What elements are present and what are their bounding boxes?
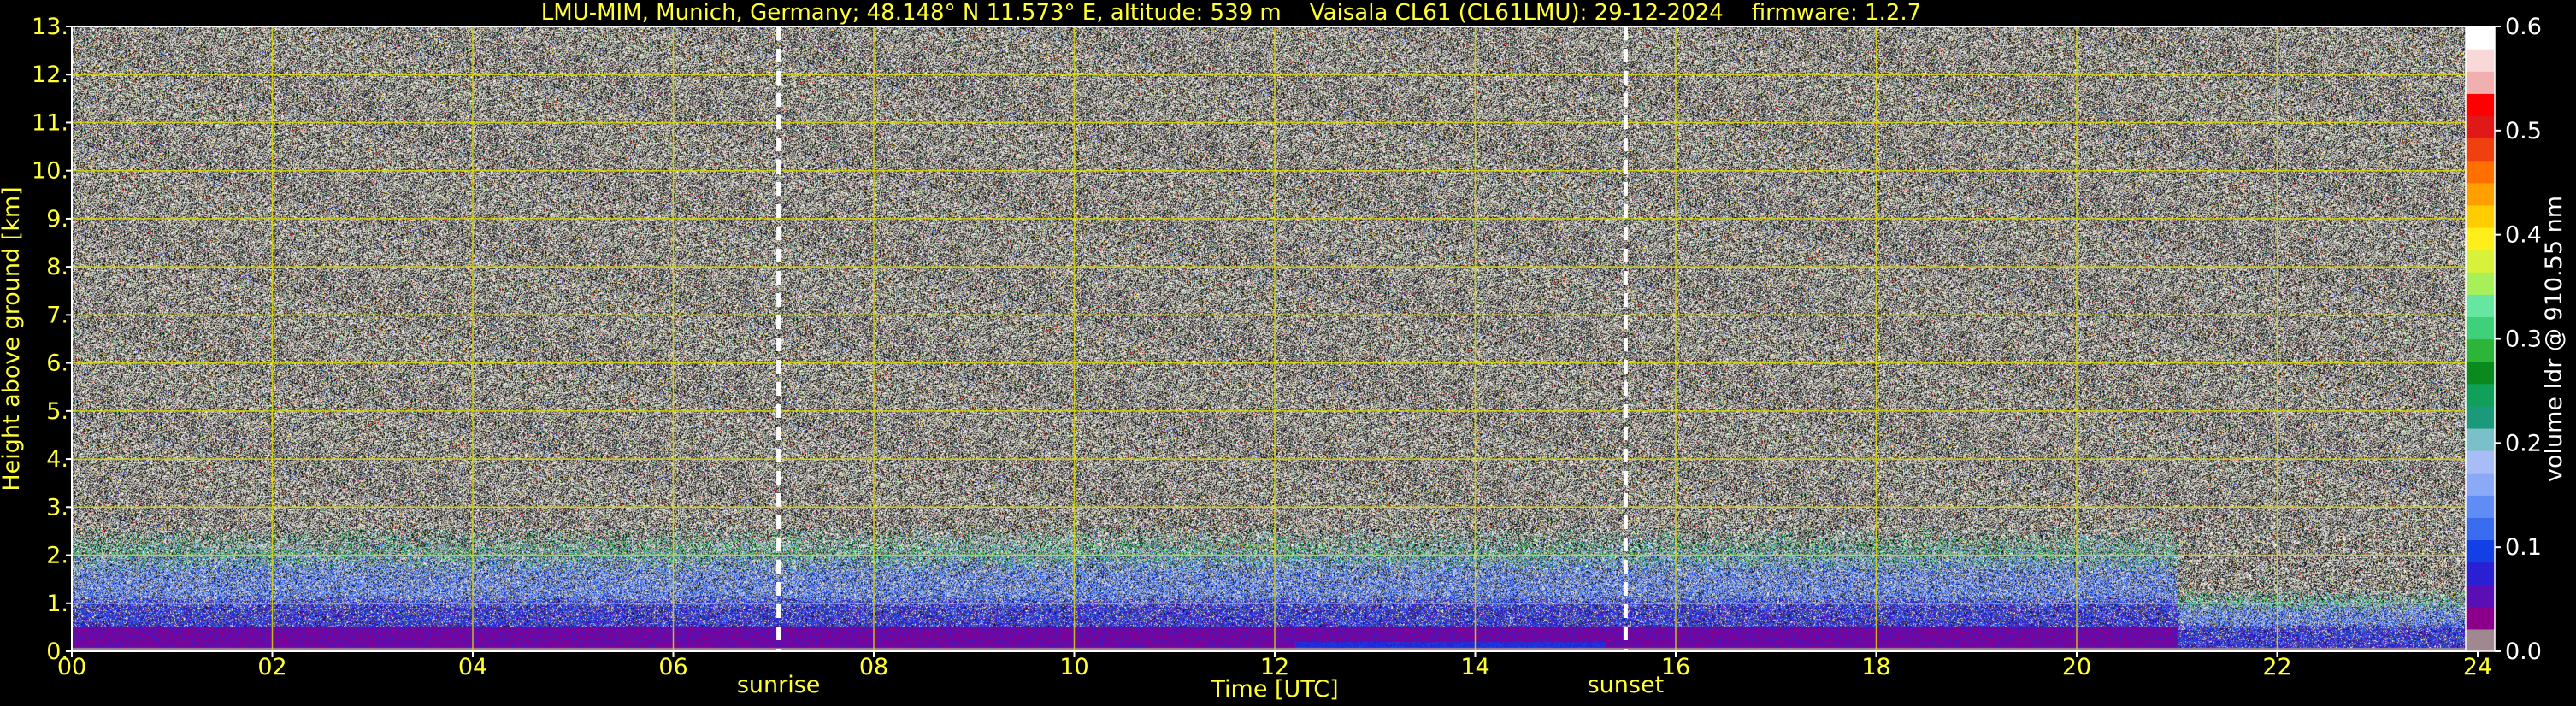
x-tick-label: 20	[2062, 654, 2091, 680]
y-tick-label: 6.	[46, 350, 68, 377]
x-tick-label: 22	[2262, 654, 2291, 680]
colorbar-segment	[2466, 517, 2495, 541]
y-tick-label: 0.	[46, 638, 68, 665]
y-tick-label: 3.	[46, 494, 68, 521]
colorbar-segment	[2466, 250, 2495, 273]
y-tick-label: 2.	[46, 543, 68, 569]
colorbar-segment	[2466, 584, 2495, 608]
colorbar-segment	[2466, 182, 2495, 206]
colorbar-segment	[2466, 294, 2495, 317]
y-tick-label: 13.	[32, 14, 68, 40]
ldr-chart: LMU-MIM, Munich, Germany; 48.148° N 11.5…	[0, 0, 2576, 706]
colorbar-segment	[2466, 539, 2495, 563]
sunset-label: sunset	[1588, 672, 1665, 698]
colorbar-segment	[2466, 338, 2495, 362]
y-tick-label: 8.	[46, 254, 68, 280]
x-tick-label: 02	[257, 654, 286, 680]
colorbar-tick-label: 0.6	[2505, 14, 2542, 40]
colorbar-tick-label: 0.3	[2505, 327, 2542, 353]
colorbar-label: volume ldr @ 910.55 nm	[2541, 196, 2567, 482]
y-tick-label: 9.	[46, 206, 68, 232]
colorbar-segment	[2466, 26, 2495, 50]
colorbar: 0.0 0.1 0.2 0.3 0.4 0.5 0.6	[2465, 14, 2542, 665]
colorbar-segment	[2466, 316, 2495, 340]
y-tick-label: 5.	[46, 398, 68, 425]
x-tick-label: 10	[1059, 654, 1088, 680]
y-axis-ticks: 0. 1. 2. 3. 4. 5. 6. 7. 8. 9. 10. 11. 12. 13.	[32, 14, 72, 665]
y-tick-label: 11.	[32, 109, 68, 136]
y-tick-label: 10.	[32, 158, 68, 185]
colorbar-segment	[2466, 227, 2495, 250]
colorbar-segment	[2466, 628, 2495, 652]
colorbar-segment	[2466, 138, 2495, 162]
colorbar-segment	[2466, 405, 2495, 429]
colorbar-segment	[2466, 450, 2495, 474]
colorbar-segment	[2466, 473, 2495, 496]
colorbar-tick-label: 0.2	[2505, 430, 2542, 456]
x-tick-label: 04	[458, 654, 487, 680]
x-tick-label: 16	[1661, 654, 1690, 680]
colorbar-segment	[2466, 272, 2495, 295]
colorbar-segment	[2466, 562, 2495, 585]
chart-overlay: sunrise sunset 00 02 04 06 08 10 12 14 16 18 20 22 24…	[0, 14, 2567, 703]
y-tick-label: 12.	[32, 62, 68, 88]
colorbar-segment	[2466, 427, 2495, 451]
x-tick-label: 18	[1861, 654, 1890, 680]
x-tick-label: 14	[1460, 654, 1489, 680]
x-tick-label: 24	[2463, 654, 2492, 680]
colorbar-segment	[2466, 49, 2495, 72]
x-tick-label: 08	[859, 654, 888, 680]
colorbar-segment	[2466, 495, 2495, 518]
colorbar-segment	[2466, 160, 2495, 184]
colorbar-segment	[2466, 606, 2495, 630]
y-tick-label: 7.	[46, 302, 68, 328]
sunrise-label: sunrise	[737, 672, 821, 698]
colorbar-tick-label: 0.5	[2505, 118, 2542, 144]
y-tick-label: 4.	[46, 446, 68, 473]
colorbar-segment	[2466, 361, 2495, 385]
x-tick-label: 06	[658, 654, 687, 680]
colorbar-segment	[2466, 93, 2495, 117]
colorbar-segment	[2466, 383, 2495, 407]
colorbar-segment	[2466, 71, 2495, 94]
y-tick-label: 1.	[46, 591, 68, 617]
colorbar-segment	[2466, 115, 2495, 139]
x-axis-label: Time [UTC]	[1210, 676, 1338, 703]
colorbar-tick-label: 0.0	[2505, 638, 2542, 665]
colorbar-segment	[2466, 204, 2495, 228]
grid-lines	[71, 26, 2479, 652]
y-axis-label: Height above ground [km]	[0, 186, 25, 491]
colorbar-tick-label: 0.4	[2505, 222, 2542, 249]
colorbar-tick-label: 0.1	[2505, 534, 2542, 561]
